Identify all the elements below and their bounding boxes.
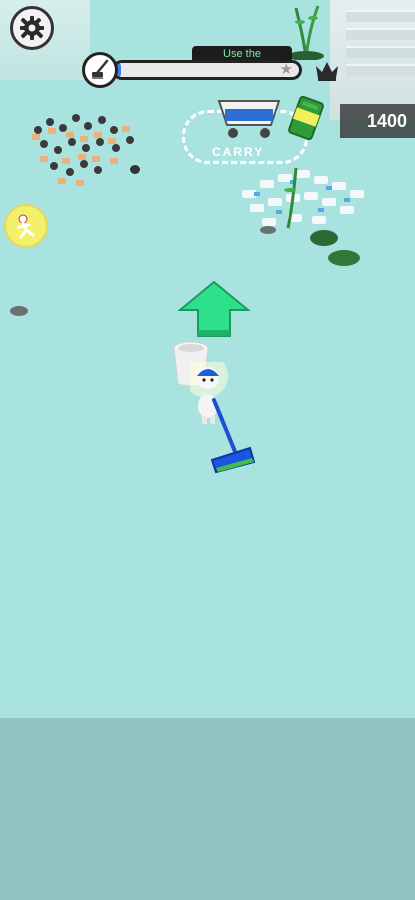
- progress-track: ★: [115, 63, 299, 77]
- dirt-stone: [10, 306, 28, 316]
- stair-step: [346, 64, 415, 76]
- carry-zone-label: CARRY: [212, 145, 265, 159]
- progress-bar: ★: [112, 60, 302, 80]
- floor-shadow: [0, 718, 415, 900]
- plant-decoration: [288, 5, 324, 60]
- trash-pile: [32, 114, 134, 186]
- gear-icon: [20, 16, 44, 40]
- game-scene: CARRY Use the ★ 1400: [0, 0, 415, 900]
- money-counter: 1400: [340, 104, 415, 138]
- crown-icon: [316, 62, 338, 81]
- direction-arrow-icon: [178, 280, 250, 337]
- dirt-stone: [260, 226, 276, 234]
- player-character[interactable]: [190, 362, 270, 478]
- star-icon: ★: [279, 63, 293, 77]
- stair-step: [346, 28, 415, 40]
- dirt-stone: [130, 165, 140, 174]
- cart-icon[interactable]: [215, 95, 283, 141]
- stair-step: [346, 46, 415, 58]
- settings-button[interactable]: [10, 6, 54, 50]
- stair-step: [346, 10, 415, 22]
- running-character-icon[interactable]: [4, 204, 48, 248]
- level-progress: Use the ★: [82, 46, 338, 88]
- cash-stack-icon: [288, 95, 324, 141]
- lily-pads: [310, 230, 360, 266]
- mop-icon: [82, 52, 118, 88]
